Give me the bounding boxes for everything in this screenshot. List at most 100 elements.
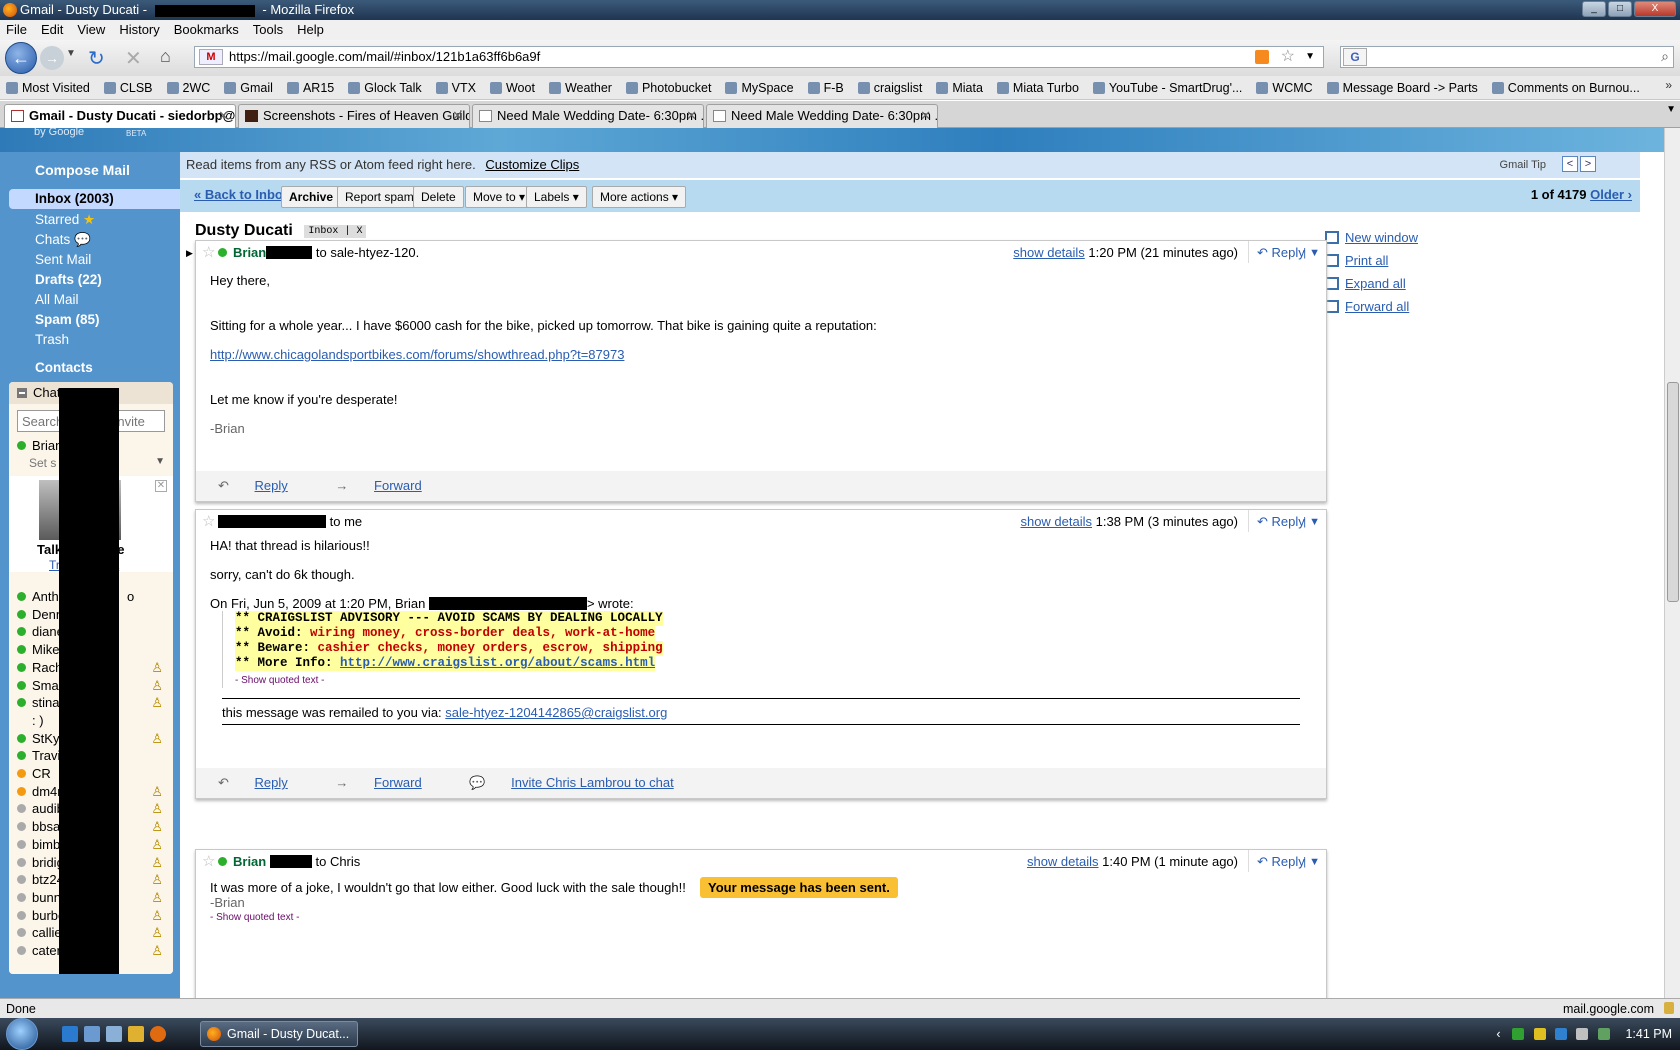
bookmark-item[interactable]: Miata Turbo (997, 76, 1079, 99)
new-window-link[interactable]: New window (1325, 230, 1418, 253)
stop-icon[interactable]: ✕ (125, 46, 142, 71)
bookmark-item[interactable]: VTX (436, 76, 476, 99)
vertical-scrollbar[interactable] (1664, 128, 1680, 998)
bookmarks-overflow-icon[interactable]: » (1665, 78, 1672, 92)
tab-wedding-1[interactable]: Need Male Wedding Date- 6:30pm ... ✕ (472, 104, 704, 128)
nav-spam[interactable]: Spam (85) (35, 312, 100, 327)
remail-address-link[interactable]: sale-htyez-1204142865@craigslist.org (445, 705, 667, 720)
expand-arrow-icon[interactable]: ▶ (186, 241, 193, 265)
history-dropdown-icon[interactable]: ▼ (66, 48, 76, 59)
bookmark-item[interactable]: craigslist (858, 76, 923, 99)
compose-mail-link[interactable]: Compose Mail (35, 162, 130, 178)
tab-close-icon[interactable]: ✕ (686, 105, 697, 127)
chat-self[interactable]: Brian (17, 438, 62, 453)
bookmark-item[interactable]: Photobucket (626, 76, 712, 99)
minimize-button[interactable]: _ (1582, 1, 1606, 17)
tab-list-dropdown-icon[interactable]: ▼ (1666, 104, 1676, 115)
tray-app-icon[interactable] (1597, 1028, 1610, 1040)
status-dropdown-icon[interactable]: ▼ (155, 456, 165, 467)
volume-icon[interactable] (1576, 1028, 1589, 1040)
footer-reply-link[interactable]: ↶ Reply (218, 775, 310, 790)
url-bar[interactable]: M https://mail.google.com/mail/#inbox/12… (194, 46, 1324, 68)
tab-wedding-2[interactable]: Need Male Wedding Date- 6:30pm ... ✕ (706, 104, 938, 128)
remove-label-icon[interactable]: X (356, 226, 362, 237)
bookmark-item[interactable]: Woot (490, 76, 535, 99)
bookmark-item[interactable]: AR15 (287, 76, 334, 99)
reload-icon[interactable]: ↻ (88, 46, 105, 71)
message-header[interactable]: ☆ to me show details 1:38 PM (3 minutes … (196, 510, 1326, 534)
show-quoted-text-link[interactable]: - Show quoted text - (210, 912, 1312, 923)
bookmark-item[interactable]: CLSB (104, 76, 153, 99)
reply-button[interactable]: ↶ Reply | ▼ (1248, 510, 1326, 532)
footer-reply-link[interactable]: ↶ Reply (218, 478, 310, 493)
bookmark-item[interactable]: Gmail (224, 76, 273, 99)
chat-status-message[interactable]: Set s (29, 456, 56, 470)
bookmark-item[interactable]: 2WC (167, 76, 211, 99)
show-details-link[interactable]: show details (1013, 245, 1085, 260)
menu-tools[interactable]: Tools (253, 20, 283, 40)
nav-trash[interactable]: Trash (35, 332, 69, 347)
network-icon[interactable] (1554, 1028, 1567, 1040)
taskbar-firefox-window[interactable]: Gmail - Dusty Ducat... (200, 1021, 358, 1047)
nav-inbox[interactable]: Inbox (2003) (9, 189, 180, 209)
switch-windows-icon[interactable] (106, 1026, 122, 1042)
star-icon[interactable]: ☆ (202, 510, 215, 534)
maximize-button[interactable]: □ (1608, 1, 1632, 17)
older-link[interactable]: Older › (1590, 187, 1632, 202)
nav-drafts[interactable]: Drafts (22) (35, 272, 102, 287)
reply-button[interactable]: ↶ Reply | ▼ (1248, 850, 1326, 872)
move-to-button[interactable]: Move to ▾ (465, 186, 534, 208)
show-details-link[interactable]: show details (1027, 854, 1099, 869)
desktop-icon[interactable] (84, 1026, 100, 1042)
forward-button[interactable]: → (40, 46, 64, 70)
tray-app-icon[interactable] (1512, 1028, 1525, 1040)
gmail-logo[interactable]: by Google (34, 128, 84, 138)
forward-all-link[interactable]: Forward all (1325, 299, 1418, 322)
next-tip-icon[interactable]: > (1580, 156, 1596, 172)
google-icon[interactable]: G (1343, 48, 1367, 66)
star-icon[interactable]: ☆ (202, 850, 215, 874)
menu-history[interactable]: History (119, 20, 159, 40)
show-details-link[interactable]: show details (1020, 514, 1092, 529)
delete-button[interactable]: Delete (413, 186, 464, 208)
back-to-inbox-link[interactable]: « Back to Inbox (194, 187, 290, 202)
tab-gmail[interactable]: Gmail - Dusty Ducati - siedorbp@... ✕ (4, 104, 236, 129)
bookmark-item[interactable]: Weather (549, 76, 612, 99)
footer-forward-link[interactable]: → Forward (335, 775, 443, 790)
nav-contacts[interactable]: Contacts (35, 360, 93, 375)
archive-button[interactable]: Archive (281, 186, 342, 208)
bookmark-item[interactable]: Message Board -> Parts (1327, 76, 1478, 99)
bookmark-item[interactable]: Comments on Burnou... (1492, 76, 1640, 99)
tab-close-icon[interactable]: ✕ (920, 105, 931, 127)
tab-close-icon[interactable]: ✕ (218, 105, 229, 127)
search-bar[interactable]: G ⌕ (1340, 46, 1674, 68)
thread-link[interactable]: http://www.chicagolandsportbikes.com/for… (210, 347, 624, 362)
print-all-link[interactable]: Print all (1325, 253, 1418, 276)
more-actions-button[interactable]: More actions ▾ (592, 186, 687, 208)
collapse-icon[interactable] (17, 388, 27, 398)
ie-icon[interactable] (62, 1026, 78, 1042)
bookmark-item[interactable]: Glock Talk (348, 76, 421, 99)
bookmark-item[interactable]: YouTube - SmartDrug'... (1093, 76, 1242, 99)
menu-file[interactable]: File (6, 20, 27, 40)
start-button[interactable] (6, 1018, 38, 1050)
reply-dropdown-icon[interactable]: | ▼ (1303, 510, 1320, 534)
expand-all-link[interactable]: Expand all (1325, 276, 1418, 299)
nav-starred[interactable]: Starred ★ (35, 212, 95, 228)
nav-chats[interactable]: Chats 💬 (35, 232, 91, 248)
menu-help[interactable]: Help (297, 20, 324, 40)
back-button[interactable]: ← (5, 42, 37, 74)
message-header[interactable]: ☆ Brian to Chris show details 1:40 PM (1… (196, 850, 1326, 874)
tab-close-icon[interactable]: ✕ (452, 105, 463, 127)
report-spam-button[interactable]: Report spam (337, 186, 422, 208)
bookmark-star-icon[interactable]: ☆ (1281, 47, 1295, 67)
close-icon[interactable]: ✕ (155, 480, 167, 492)
nav-all-mail[interactable]: All Mail (35, 292, 79, 307)
clock[interactable]: 1:41 PM (1625, 1027, 1672, 1041)
explorer-icon[interactable] (128, 1026, 144, 1042)
bookmark-item[interactable]: MySpace (725, 76, 793, 99)
reply-dropdown-icon[interactable]: | ▼ (1303, 241, 1320, 265)
bookmark-item[interactable]: WCMC (1256, 76, 1312, 99)
rss-feed-icon[interactable] (1255, 50, 1269, 64)
message-header[interactable]: ▶ ☆ Brian to sale-htyez-120. show detail… (186, 241, 1326, 265)
